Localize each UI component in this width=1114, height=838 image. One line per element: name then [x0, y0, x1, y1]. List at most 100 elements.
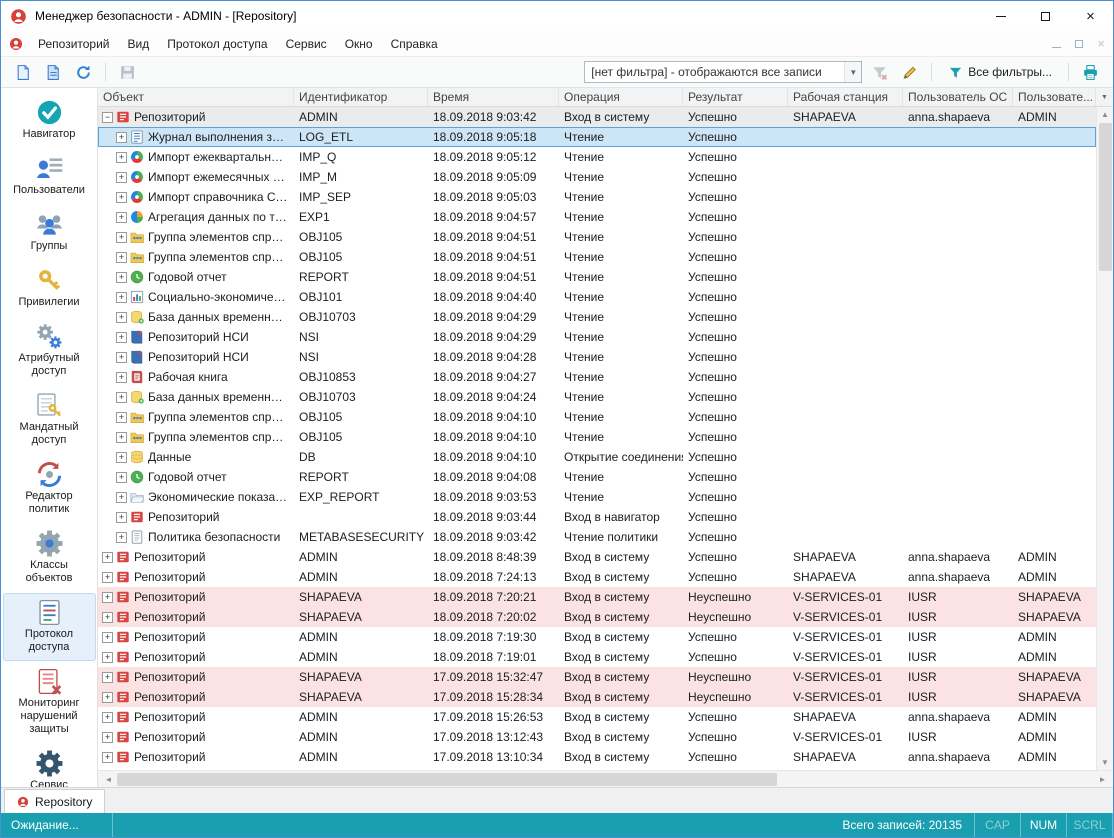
- mdi-close-icon[interactable]: ×: [1097, 36, 1105, 51]
- tree-expander[interactable]: +: [116, 472, 127, 483]
- column-header-object[interactable]: Объект: [98, 88, 294, 106]
- scroll-down-icon[interactable]: ▼: [1097, 755, 1113, 770]
- tree-expander[interactable]: +: [116, 512, 127, 523]
- all-filters-button[interactable]: Все фильтры...: [941, 60, 1059, 84]
- tree-expander[interactable]: +: [102, 572, 113, 583]
- sidebar-item-object-classes[interactable]: Классы объектов: [3, 524, 96, 592]
- mdi-system-menu-icon[interactable]: [9, 37, 23, 51]
- menu-repository[interactable]: Репозиторий: [29, 31, 119, 56]
- sidebar-item-privileges[interactable]: Привилегии: [3, 261, 96, 316]
- new-document-button[interactable]: [11, 60, 36, 84]
- tree-expander[interactable]: +: [116, 532, 127, 543]
- table-row[interactable]: +РепозиторийSHAPAEVA18.09.2018 7:20:21Вх…: [98, 587, 1096, 607]
- menu-service[interactable]: Сервис: [277, 31, 336, 56]
- column-header-time[interactable]: Время: [428, 88, 559, 106]
- sidebar-item-users[interactable]: Пользователи: [3, 149, 96, 204]
- table-row[interactable]: +Агрегация данных по те...EXP118.09.2018…: [98, 207, 1096, 227]
- scroll-up-icon[interactable]: ▲: [1097, 107, 1113, 122]
- menu-window[interactable]: Окно: [336, 31, 382, 56]
- tree-expander[interactable]: +: [116, 152, 127, 163]
- print-button[interactable]: [1078, 60, 1103, 84]
- horizontal-scroll-thumb[interactable]: [117, 773, 777, 786]
- sidebar-item-service[interactable]: Сервис: [3, 744, 96, 787]
- column-header-os-user[interactable]: Пользователь ОС: [903, 88, 1013, 106]
- tree-expander[interactable]: +: [116, 172, 127, 183]
- table-row[interactable]: +Импорт ежемесячных д...IMP_M18.09.2018 …: [98, 167, 1096, 187]
- tree-expander[interactable]: +: [116, 192, 127, 203]
- minimize-button[interactable]: [978, 1, 1023, 31]
- column-header-result[interactable]: Результат: [683, 88, 788, 106]
- tree-expander[interactable]: +: [102, 592, 113, 603]
- table-row[interactable]: +Группа элементов справ...OBJ10518.09.20…: [98, 427, 1096, 447]
- save-button[interactable]: [115, 60, 140, 84]
- menu-access-protocol[interactable]: Протокол доступа: [158, 31, 276, 56]
- tree-expander[interactable]: +: [116, 452, 127, 463]
- mdi-minimize-icon[interactable]: [1052, 37, 1061, 51]
- tree-expander[interactable]: +: [102, 712, 113, 723]
- table-row[interactable]: +РепозиторийSHAPAEVA17.09.2018 15:32:47В…: [98, 667, 1096, 687]
- table-row[interactable]: +Репозиторий НСИNSI18.09.2018 9:04:28Чте…: [98, 347, 1096, 367]
- table-row[interactable]: +Социально-экономичес...OBJ10118.09.2018…: [98, 287, 1096, 307]
- edit-filter-button[interactable]: [897, 60, 922, 84]
- table-row[interactable]: +Импорт справочника СЭПIMP_SEP18.09.2018…: [98, 187, 1096, 207]
- table-row[interactable]: +ДанныеDB18.09.2018 9:04:10Открытие соед…: [98, 447, 1096, 467]
- sidebar-item-violation-monitoring[interactable]: Мониторинг нарушений защиты: [3, 662, 96, 743]
- tree-expander[interactable]: +: [116, 492, 127, 503]
- maximize-button[interactable]: [1023, 1, 1068, 31]
- tree-expander[interactable]: +: [116, 252, 127, 263]
- tree-expander[interactable]: +: [116, 292, 127, 303]
- tree-expander[interactable]: +: [102, 732, 113, 743]
- tree-expander[interactable]: +: [116, 432, 127, 443]
- table-row[interactable]: +РепозиторийSHAPAEVA18.09.2018 7:20:02Вх…: [98, 607, 1096, 627]
- tree-expander[interactable]: +: [116, 332, 127, 343]
- table-row[interactable]: +Группа элементов справ...OBJ10518.09.20…: [98, 407, 1096, 427]
- open-document-button[interactable]: [41, 60, 66, 84]
- table-row[interactable]: +Годовой отчетREPORT18.09.2018 9:04:08Чт…: [98, 467, 1096, 487]
- table-row[interactable]: +РепозиторийADMIN18.09.2018 8:48:39Вход …: [98, 547, 1096, 567]
- close-button[interactable]: ×: [1068, 1, 1113, 31]
- tree-expander[interactable]: +: [116, 212, 127, 223]
- column-header-operation[interactable]: Операция: [559, 88, 683, 106]
- scroll-right-icon[interactable]: ►: [1095, 775, 1110, 784]
- tree-expander[interactable]: +: [116, 352, 127, 363]
- tree-expander[interactable]: +: [116, 272, 127, 283]
- tree-expander[interactable]: +: [102, 652, 113, 663]
- table-row[interactable]: +База данных временных ...OBJ1070318.09.…: [98, 387, 1096, 407]
- table-row[interactable]: +РепозиторийADMIN18.09.2018 7:19:30Вход …: [98, 627, 1096, 647]
- menu-help[interactable]: Справка: [382, 31, 447, 56]
- scroll-left-icon[interactable]: ◄: [101, 775, 116, 784]
- sidebar-item-navigator[interactable]: Навигатор: [3, 93, 96, 148]
- table-row[interactable]: +РепозиторийADMIN17.09.2018 13:10:34Вход…: [98, 747, 1096, 767]
- sidebar-item-attribute-access[interactable]: Атрибутный доступ: [3, 317, 96, 385]
- table-row[interactable]: +Политика безопасностиMETABASESECURITY18…: [98, 527, 1096, 547]
- table-row[interactable]: +РепозиторийADMIN18.09.2018 7:19:01Вход …: [98, 647, 1096, 667]
- filter-combobox[interactable]: [нет фильтра] - отображаются все записи …: [584, 61, 862, 83]
- table-row[interactable]: +РепозиторийADMIN17.09.2018 15:26:53Вход…: [98, 707, 1096, 727]
- tree-expander[interactable]: +: [102, 672, 113, 683]
- table-row[interactable]: +База данных временных ...OBJ1070318.09.…: [98, 307, 1096, 327]
- table-row[interactable]: +Экономические показат...EXP_REPORT18.09…: [98, 487, 1096, 507]
- column-header-station[interactable]: Рабочая станция: [788, 88, 903, 106]
- chevron-down-icon[interactable]: ▼: [844, 62, 861, 82]
- table-row[interactable]: +Рабочая книгаOBJ1085318.09.2018 9:04:27…: [98, 367, 1096, 387]
- sidebar-item-access-protocol[interactable]: Протокол доступа: [3, 593, 96, 661]
- tree-expander[interactable]: +: [102, 552, 113, 563]
- tree-expander[interactable]: +: [116, 132, 127, 143]
- column-header-identifier[interactable]: Идентификатор: [294, 88, 428, 106]
- table-row[interactable]: +Журнал выполнения зад...LOG_ETL18.09.20…: [98, 127, 1096, 147]
- tree-expander[interactable]: +: [102, 632, 113, 643]
- vertical-scroll-thumb[interactable]: [1099, 123, 1112, 271]
- tree-expander[interactable]: +: [102, 612, 113, 623]
- table-row[interactable]: +РепозиторийSHAPAEVA17.09.2018 15:28:34В…: [98, 687, 1096, 707]
- table-row[interactable]: +Группа элементов справ...OBJ10518.09.20…: [98, 227, 1096, 247]
- mdi-restore-icon[interactable]: [1075, 37, 1083, 51]
- tree-expander[interactable]: +: [116, 392, 127, 403]
- tree-expander[interactable]: +: [116, 232, 127, 243]
- refresh-button[interactable]: [71, 60, 96, 84]
- tree-expander[interactable]: +: [116, 412, 127, 423]
- tree-expander[interactable]: +: [116, 312, 127, 323]
- table-row[interactable]: −РепозиторийADMIN18.09.2018 9:03:42Вход …: [98, 107, 1096, 127]
- sidebar-item-mandatory-access[interactable]: Мандатный доступ: [3, 386, 96, 454]
- menu-view[interactable]: Вид: [119, 31, 159, 56]
- table-row[interactable]: +Группа элементов справ...OBJ10518.09.20…: [98, 247, 1096, 267]
